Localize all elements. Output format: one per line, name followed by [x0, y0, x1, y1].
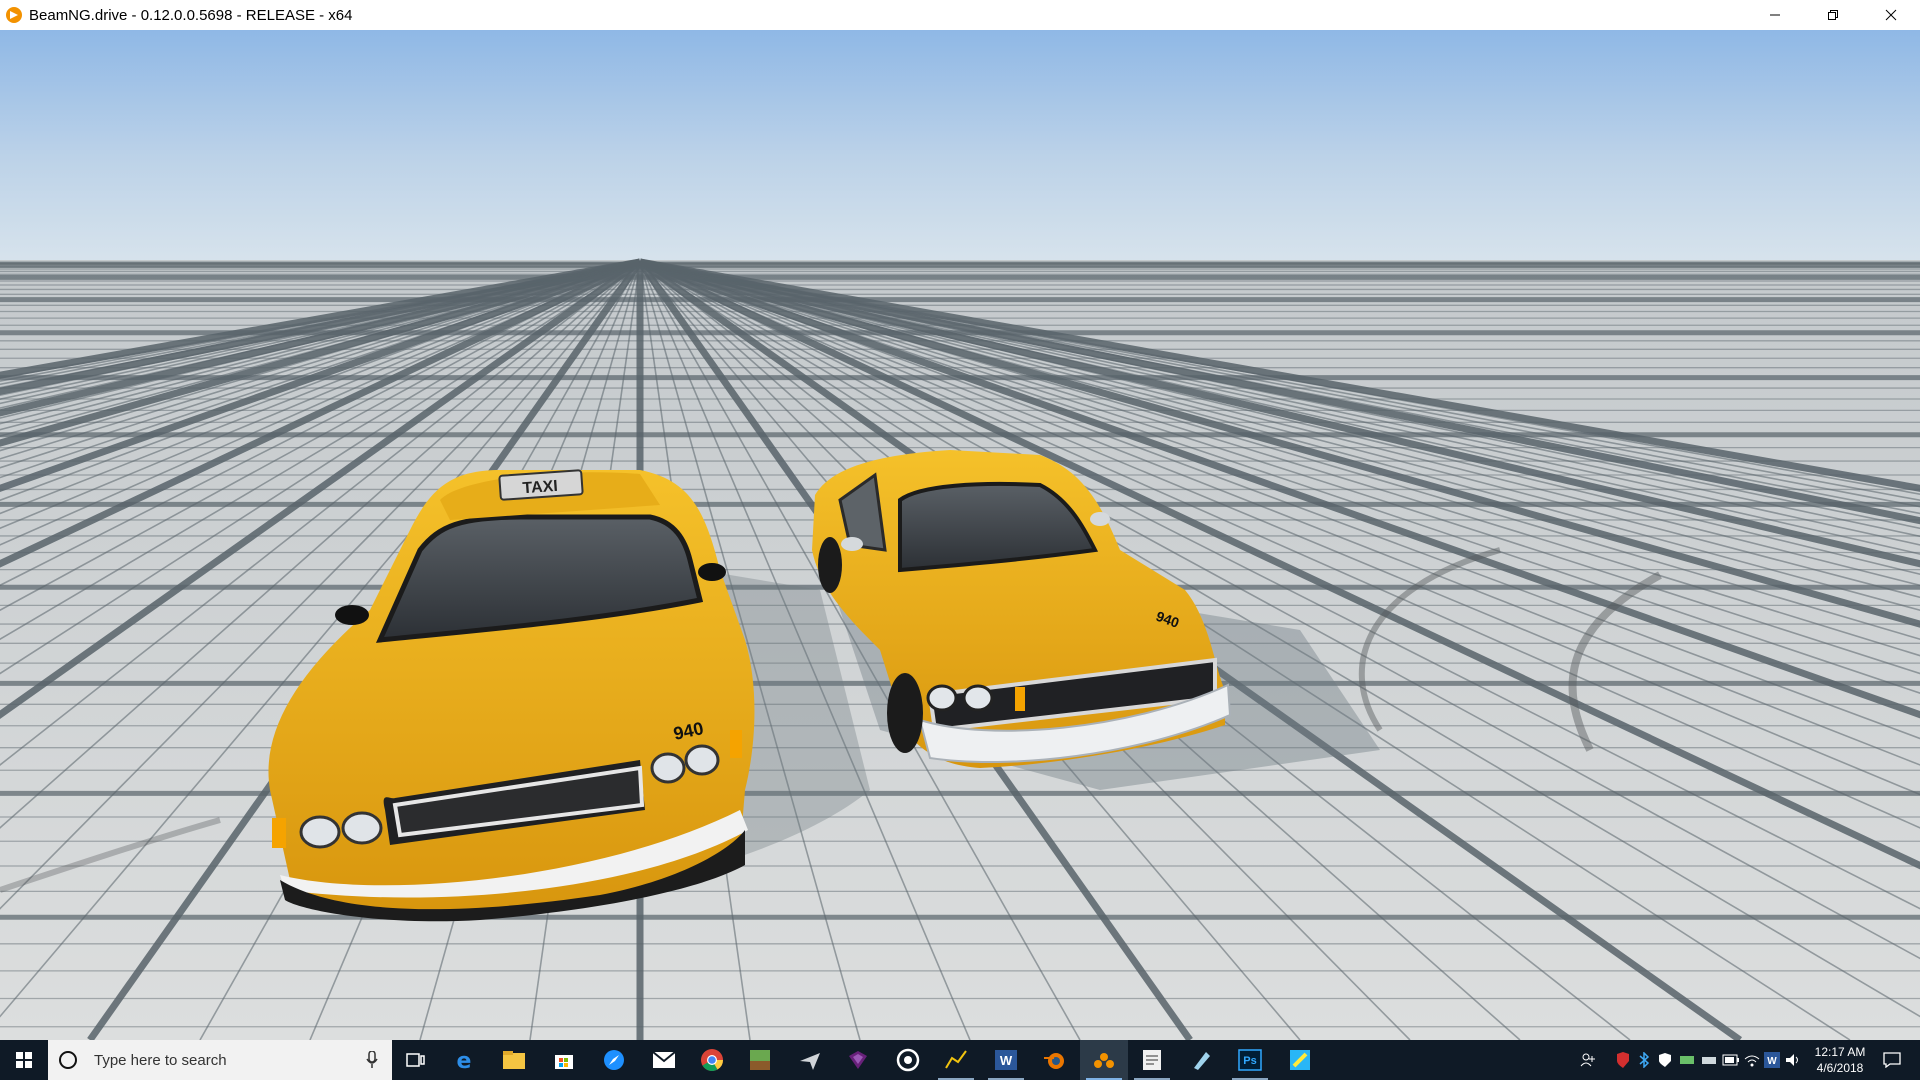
safari-icon: [604, 1050, 624, 1070]
game-viewport[interactable]: TAXI 940 940: [0, 30, 1920, 1040]
taskbar-app-safari[interactable]: [590, 1040, 638, 1080]
file-explorer-icon: [503, 1051, 525, 1069]
svg-text:W: W: [1000, 1053, 1013, 1068]
beamng-icon: [1094, 1053, 1114, 1068]
security-icon[interactable]: [1654, 1040, 1676, 1080]
title-bar[interactable]: BeamNG.drive - 0.12.0.0.5698 - RELEASE -…: [0, 0, 1920, 30]
headlight: [341, 811, 383, 845]
note-app-icon: [1143, 1050, 1161, 1070]
taskbar-app-visual-studio[interactable]: [834, 1040, 882, 1080]
search-box[interactable]: Type here to search: [48, 1040, 392, 1080]
usb-drive-icon[interactable]: [1698, 1040, 1720, 1080]
people-icon[interactable]: [1576, 1040, 1600, 1080]
side-mirror: [698, 563, 726, 581]
close-button[interactable]: [1862, 0, 1920, 30]
chrome-icon: [701, 1049, 723, 1071]
microphone-icon[interactable]: [366, 1051, 378, 1069]
side-mirror: [1090, 512, 1110, 526]
battery-icon[interactable]: [1720, 1040, 1742, 1080]
paint-3d-icon: [1290, 1050, 1310, 1070]
taskbar-app-photoshop[interactable]: Ps: [1226, 1040, 1274, 1080]
taskbar-app-mail[interactable]: [640, 1040, 688, 1080]
taskbar-app-blender[interactable]: [1030, 1040, 1078, 1080]
taxi-roof-sign-text: TAXI: [522, 478, 558, 497]
taskbar: Type here to search e W Ps W 12:17 AM 4/…: [0, 1040, 1920, 1080]
taskbar-app-file-explorer[interactable]: [490, 1040, 538, 1080]
minimize-button[interactable]: [1746, 0, 1804, 30]
headlight: [926, 684, 958, 712]
side-mirror: [335, 605, 369, 625]
store-icon: [555, 1055, 573, 1069]
taskbar-app-store[interactable]: [540, 1040, 588, 1080]
plane-app-icon: [800, 1053, 820, 1070]
start-button[interactable]: [0, 1040, 48, 1080]
windows-icon: [16, 1052, 32, 1068]
word-tray-icon[interactable]: W: [1762, 1040, 1782, 1080]
taskbar-app-target[interactable]: [884, 1040, 932, 1080]
mail-icon: [652, 1051, 676, 1068]
taskbar-app-minecraft[interactable]: [736, 1040, 784, 1080]
task-view-button[interactable]: [392, 1040, 440, 1080]
taskbar-app-edge[interactable]: e: [440, 1040, 488, 1080]
taskbar-app-chrome[interactable]: [688, 1040, 736, 1080]
taskbar-app-paint[interactable]: [1178, 1040, 1226, 1080]
minecraft-icon: [750, 1050, 770, 1070]
taskbar-app-paint-3d[interactable]: [1276, 1040, 1324, 1080]
svg-text:Ps: Ps: [1243, 1055, 1256, 1067]
mcafee-shield-icon[interactable]: [1612, 1040, 1634, 1080]
taskbar-app-note[interactable]: [1128, 1040, 1176, 1080]
graph-app-icon: [945, 1050, 967, 1069]
restore-button[interactable]: [1804, 0, 1862, 30]
photoshop-icon: Ps: [1238, 1049, 1262, 1071]
taskbar-app-word[interactable]: W: [982, 1040, 1030, 1080]
beamng-app-icon: [3, 4, 25, 26]
taskbar-app-graph[interactable]: [932, 1040, 980, 1080]
target-app-icon: [896, 1048, 920, 1072]
clock-date: 4/6/2018: [1816, 1061, 1864, 1075]
beamng-window: BeamNG.drive - 0.12.0.0.5698 - RELEASE -…: [0, 0, 1920, 1080]
taskbar-app-beamng[interactable]: [1080, 1040, 1128, 1080]
task-view-icon: [406, 1053, 425, 1067]
clock-time: 12:17 AM: [1814, 1045, 1866, 1059]
taskbar-app-plane[interactable]: [786, 1040, 834, 1080]
scene-render: TAXI 940 940: [0, 30, 1920, 1040]
wheel: [887, 673, 923, 753]
wheel: [818, 537, 842, 593]
search-placeholder: Type here to search: [94, 1051, 227, 1069]
sky: [0, 30, 1920, 262]
headlight: [299, 815, 341, 849]
word-icon: W: [995, 1050, 1017, 1070]
svg-text:e: e: [457, 1049, 472, 1072]
headlight: [650, 752, 686, 784]
headlight: [962, 684, 994, 712]
network-adapter-icon[interactable]: [1676, 1040, 1698, 1080]
headlight: [684, 744, 720, 776]
window-controls: [1746, 0, 1920, 30]
visual-studio-icon: [849, 1051, 867, 1069]
notification-icon: [1883, 1052, 1901, 1068]
side-mirror: [841, 537, 863, 551]
paint-app-icon: [1194, 1052, 1210, 1070]
edge-icon: e: [457, 1049, 472, 1072]
bluetooth-icon[interactable]: [1634, 1040, 1654, 1080]
blender-icon: [1044, 1053, 1064, 1069]
action-center-button[interactable]: [1868, 1040, 1916, 1080]
window-title: BeamNG.drive - 0.12.0.0.5698 - RELEASE -…: [29, 6, 353, 24]
cortana-icon: [58, 1050, 78, 1070]
wifi-icon[interactable]: [1742, 1040, 1762, 1080]
svg-text:W: W: [1767, 1056, 1777, 1067]
